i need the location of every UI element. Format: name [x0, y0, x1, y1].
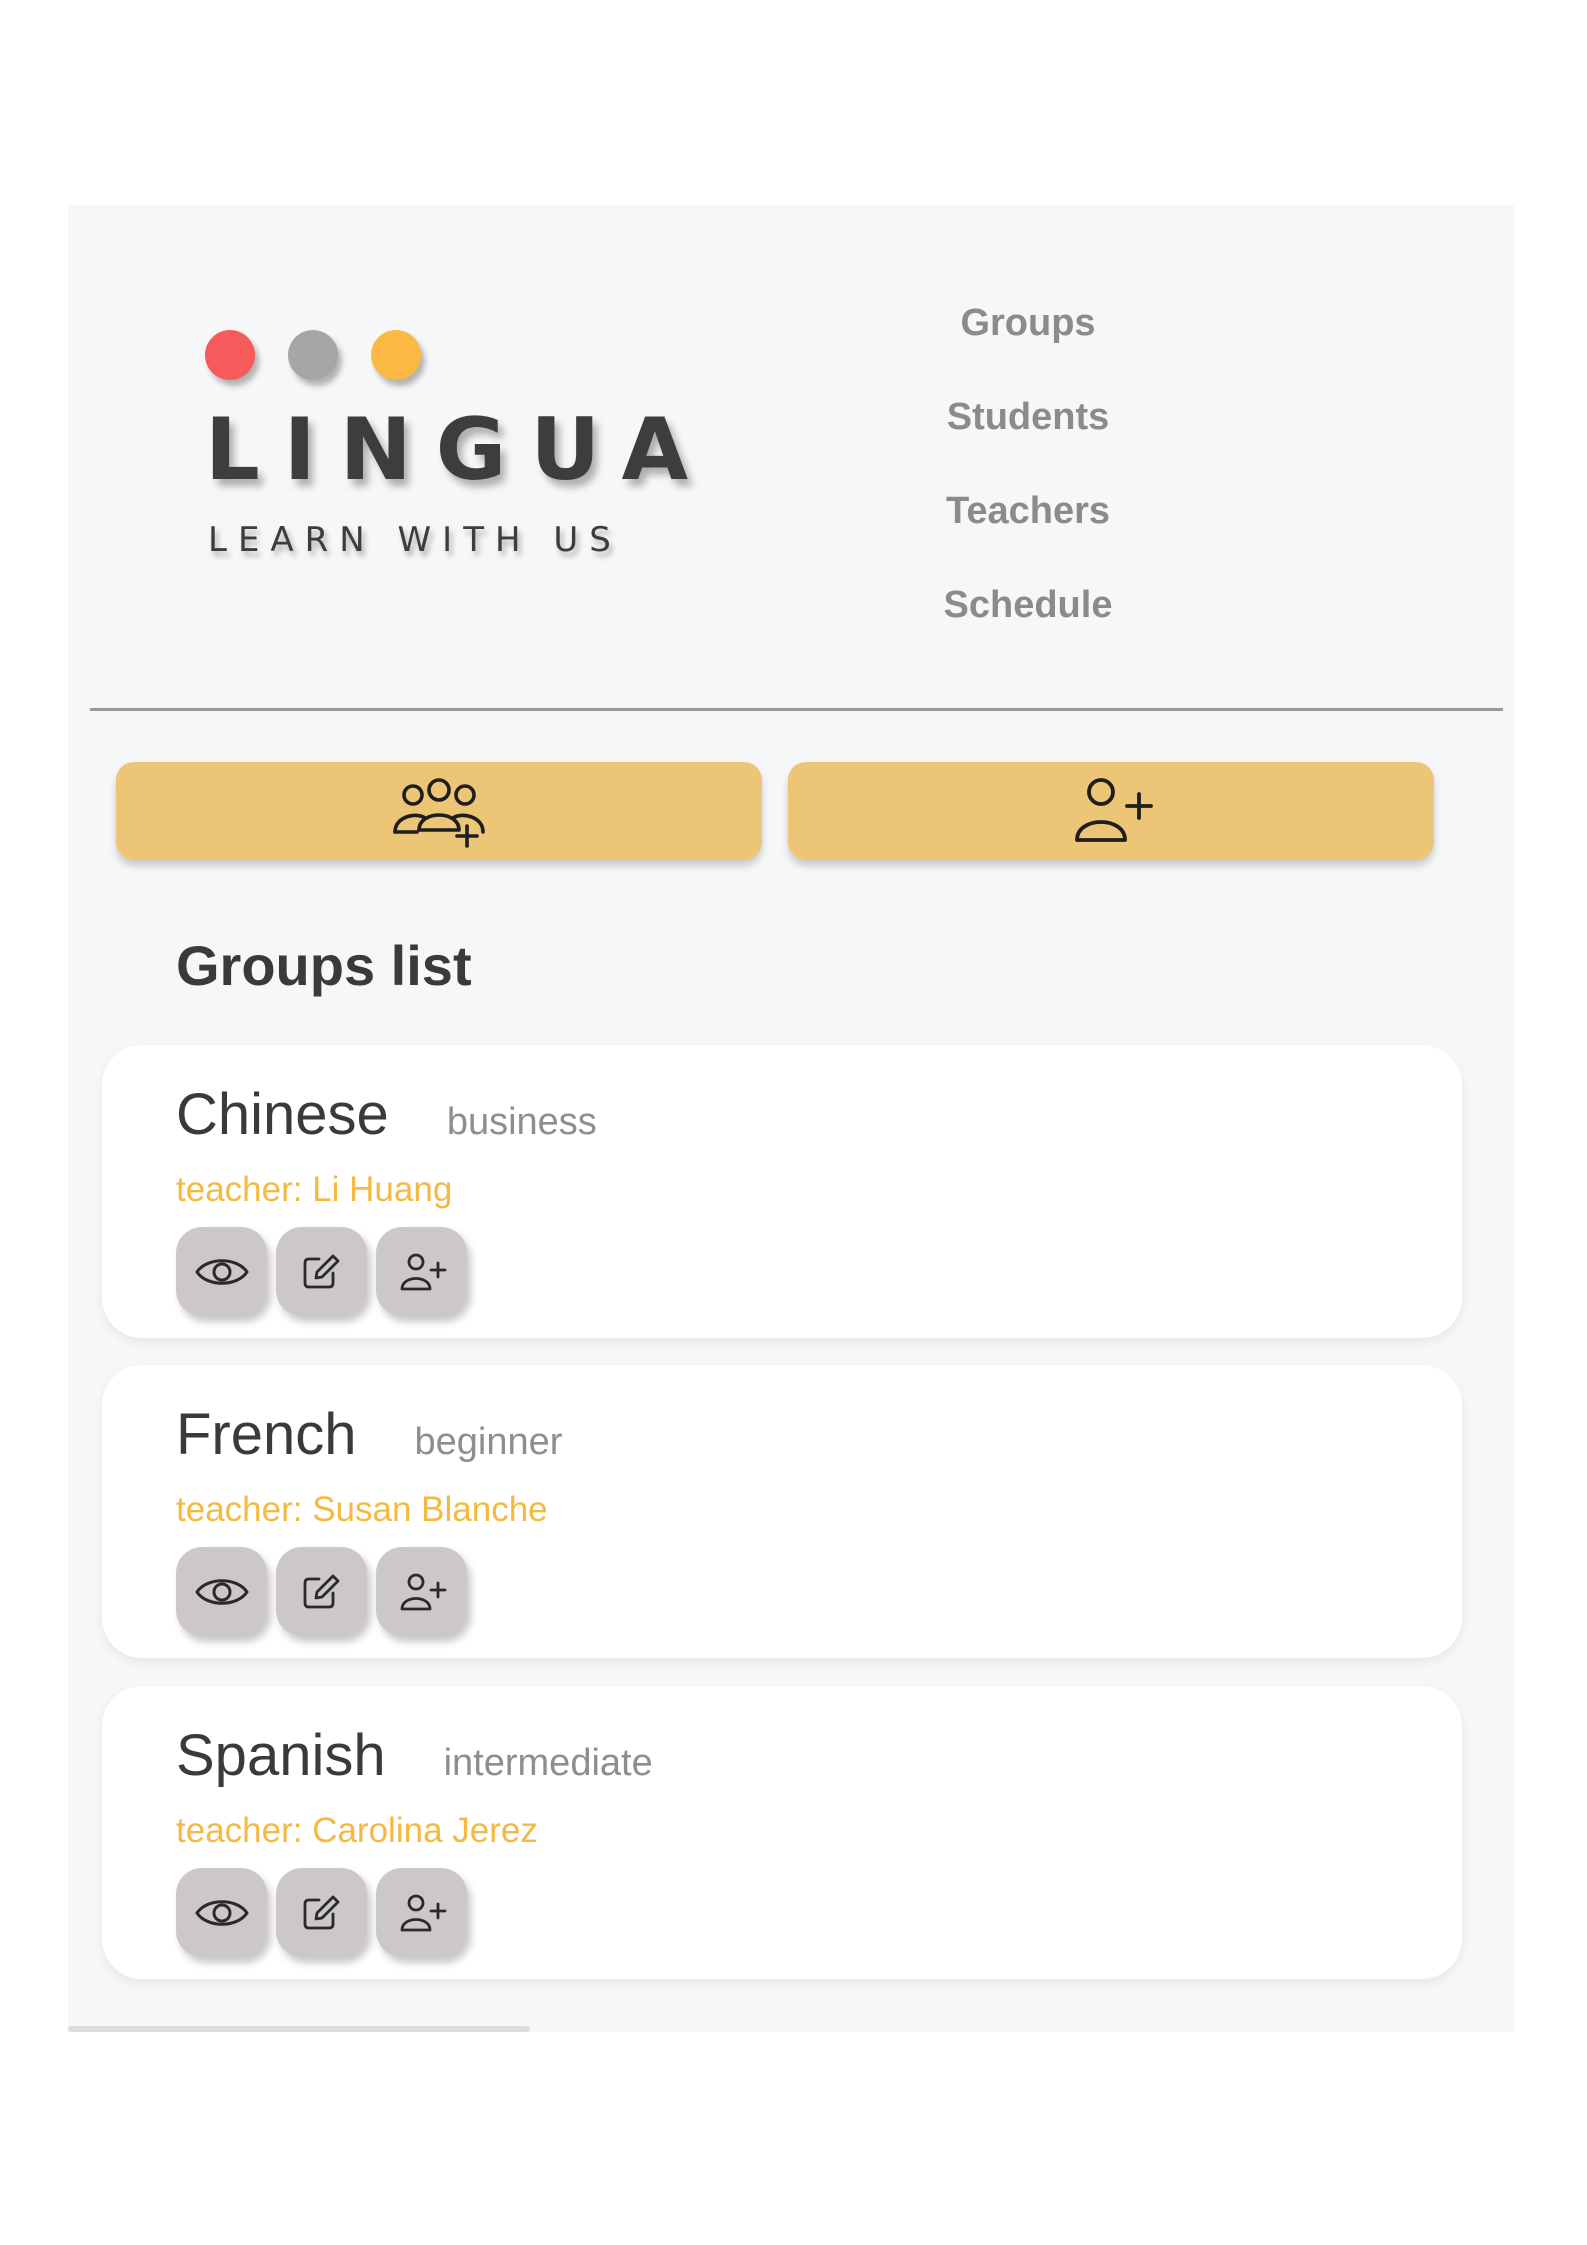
nav-item-students[interactable]: Students	[947, 387, 1110, 481]
nav-item-groups[interactable]: Groups	[960, 293, 1095, 387]
logo-dot-red	[205, 330, 255, 380]
horizontal-scrollbar[interactable]	[68, 2026, 530, 2032]
eye-icon	[195, 1899, 248, 1926]
group-card: French beginner teacher: Susan Blanche	[102, 1365, 1462, 1658]
app-window: LINGUA LEARN WITH US Groups Students Tea…	[68, 205, 1514, 2032]
edit-icon	[303, 1254, 339, 1288]
group-language: Spanish	[176, 1723, 386, 1788]
brand-name: LINGUA	[205, 400, 713, 500]
group-level: beginner	[414, 1421, 563, 1463]
add-student-to-group-button[interactable]	[376, 1547, 467, 1636]
eye-icon	[195, 1258, 248, 1285]
view-group-button[interactable]	[176, 1547, 267, 1636]
group-card: Chinese business teacher: Li Huang	[102, 1045, 1462, 1338]
add-group-button[interactable]	[116, 762, 762, 860]
add-student-to-group-button[interactable]	[376, 1227, 467, 1316]
group-teacher: teacher: Carolina Jerez	[176, 1811, 538, 1850]
groups-list-title: Groups list	[176, 934, 472, 997]
group-card: Spanish intermediate teacher: Carolina Je…	[102, 1686, 1462, 1979]
edit-group-button[interactable]	[276, 1868, 367, 1957]
group-language: Chinese	[176, 1082, 389, 1147]
edit-icon	[303, 1574, 339, 1608]
add-student-to-group-button[interactable]	[376, 1868, 467, 1957]
group-level: business	[446, 1101, 597, 1143]
logo-dot-yellow	[371, 330, 421, 380]
group-level: intermediate	[443, 1742, 653, 1784]
brand-tagline: LEARN WITH US	[208, 520, 622, 560]
logo-dot-gray	[288, 330, 338, 380]
group-language: French	[176, 1402, 357, 1467]
edit-icon	[303, 1895, 339, 1929]
eye-icon	[195, 1578, 248, 1605]
view-group-button[interactable]	[176, 1868, 267, 1957]
user-plus-icon	[400, 1894, 446, 1931]
user-plus-icon	[1075, 778, 1153, 842]
edit-group-button[interactable]	[276, 1547, 367, 1636]
view-group-button[interactable]	[176, 1227, 267, 1316]
edit-group-button[interactable]	[276, 1227, 367, 1316]
user-plus-icon	[400, 1253, 446, 1290]
group-teacher: teacher: Susan Blanche	[176, 1490, 548, 1529]
nav-item-teachers[interactable]: Teachers	[946, 481, 1110, 575]
main-nav: Groups Students Teachers Schedule	[848, 293, 1208, 669]
group-teacher: teacher: Li Huang	[176, 1170, 453, 1209]
user-plus-icon	[400, 1573, 446, 1610]
nav-item-schedule[interactable]: Schedule	[944, 575, 1113, 669]
users-plus-icon	[393, 778, 485, 848]
add-student-button[interactable]	[788, 762, 1434, 860]
header-divider	[90, 708, 1503, 711]
